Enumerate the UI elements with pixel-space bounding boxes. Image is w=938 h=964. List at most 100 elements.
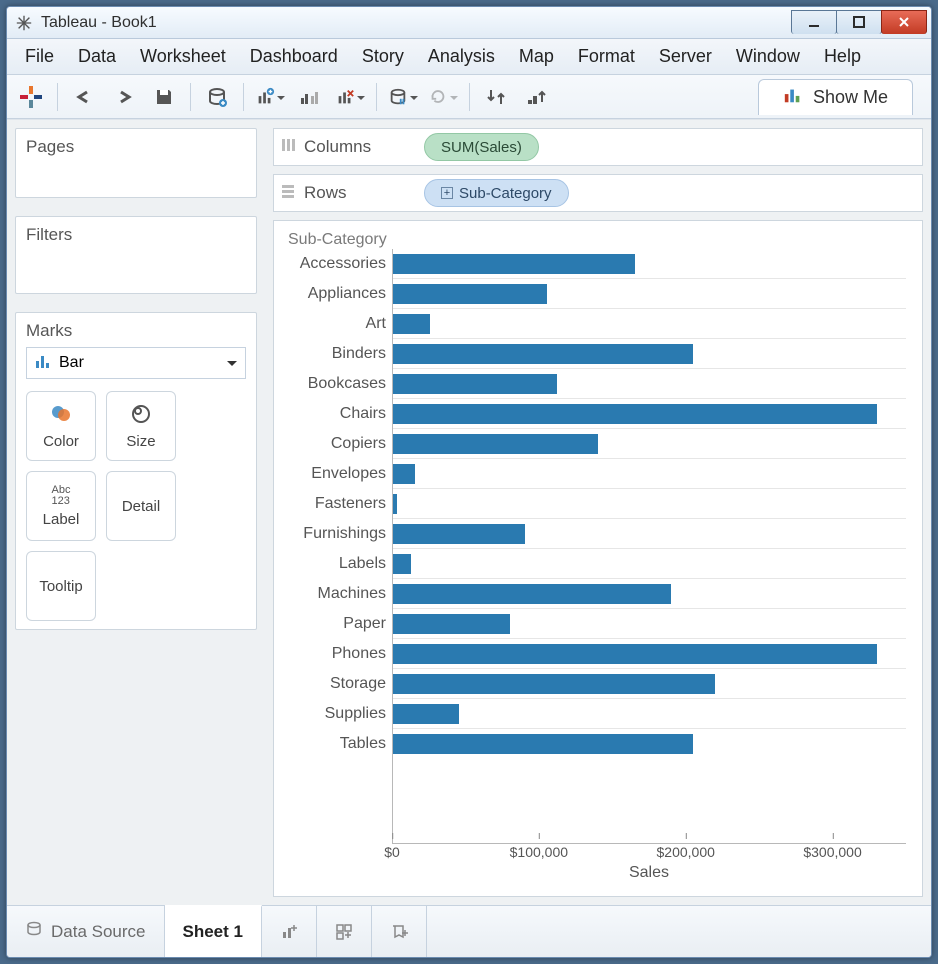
new-datasource-button[interactable]: [201, 81, 233, 113]
minimize-button[interactable]: [791, 10, 837, 34]
marks-size-button[interactable]: Size: [106, 391, 176, 461]
undo-button[interactable]: [68, 81, 100, 113]
chart-row: [393, 369, 906, 399]
pages-shelf[interactable]: Pages: [15, 128, 257, 198]
mark-type-dropdown[interactable]: Bar: [26, 347, 246, 379]
show-me-button[interactable]: Show Me: [758, 79, 913, 115]
rows-icon: [280, 183, 296, 204]
chart-row: [393, 399, 906, 429]
sort-asc-button[interactable]: [520, 81, 552, 113]
chart-bar[interactable]: [393, 344, 693, 364]
chart-bar[interactable]: [393, 584, 671, 604]
rows-pill-sub-category[interactable]: + Sub-Category: [424, 179, 569, 207]
window-controls: [792, 12, 927, 34]
chart-row: [393, 249, 906, 279]
chart-bar[interactable]: [393, 614, 510, 634]
chart-row: [393, 699, 906, 729]
menu-file[interactable]: File: [15, 42, 64, 71]
chart-bar[interactable]: [393, 494, 397, 514]
expand-icon: +: [441, 187, 453, 199]
canvas-column: Columns SUM(Sales) Rows + Sub-Category: [265, 120, 931, 905]
chart-row: [393, 669, 906, 699]
chart-row: [393, 549, 906, 579]
y-label: Storage: [280, 669, 392, 699]
menu-worksheet[interactable]: Worksheet: [130, 42, 236, 71]
x-axis-title: Sales: [392, 864, 906, 890]
y-label: Envelopes: [280, 459, 392, 489]
chart-bar[interactable]: [393, 284, 547, 304]
duplicate-sheet-button[interactable]: [294, 81, 326, 113]
tableau-start-icon[interactable]: [15, 81, 47, 113]
refresh-button[interactable]: [427, 81, 459, 113]
chart-bar[interactable]: [393, 374, 557, 394]
x-tick: $100,000: [510, 844, 568, 860]
chart-bar[interactable]: [393, 704, 459, 724]
title-bar: Tableau - Book1: [7, 7, 931, 39]
chart-bar[interactable]: [393, 644, 877, 664]
y-label: Phones: [280, 639, 392, 669]
chart-row: [393, 489, 906, 519]
chart-bar[interactable]: [393, 314, 430, 334]
marks-label-button[interactable]: Abc123 Label: [26, 471, 96, 541]
shelves: Columns SUM(Sales) Rows + Sub-Category: [265, 120, 931, 220]
size-icon: [130, 403, 152, 429]
filters-shelf[interactable]: Filters: [15, 216, 257, 294]
chart-row: [393, 609, 906, 639]
y-label: Accessories: [280, 249, 392, 279]
chart-bar[interactable]: [393, 254, 635, 274]
columns-shelf-label: Columns: [280, 137, 410, 158]
redo-button[interactable]: [108, 81, 140, 113]
y-label: Supplies: [280, 699, 392, 729]
side-panels: Pages Filters Marks Bar Color: [7, 120, 265, 905]
label-icon: Abc123: [52, 485, 71, 507]
chart-bar[interactable]: [393, 434, 598, 454]
marks-label: Marks: [26, 321, 246, 341]
rows-shelf[interactable]: Rows + Sub-Category: [273, 174, 923, 212]
auto-update-button[interactable]: [387, 81, 419, 113]
save-button[interactable]: [148, 81, 180, 113]
y-label: Copiers: [280, 429, 392, 459]
app-window: Tableau - Book1 File Data Worksheet Dash…: [6, 6, 932, 958]
menu-analysis[interactable]: Analysis: [418, 42, 505, 71]
y-label: Chairs: [280, 399, 392, 429]
chart-bar[interactable]: [393, 734, 693, 754]
chart-bar[interactable]: [393, 404, 877, 424]
y-label: Art: [280, 309, 392, 339]
columns-pill-sum-sales[interactable]: SUM(Sales): [424, 133, 539, 161]
x-tick: $0: [384, 844, 400, 860]
menu-format[interactable]: Format: [568, 42, 645, 71]
show-me-label: Show Me: [813, 87, 888, 108]
close-button[interactable]: [881, 10, 927, 34]
data-source-tab[interactable]: Data Source: [7, 906, 165, 957]
menu-help[interactable]: Help: [814, 42, 871, 71]
tableau-logo-icon: [15, 14, 33, 32]
sheet-tabs: Data Source Sheet 1: [7, 905, 931, 957]
chart-bar[interactable]: [393, 464, 415, 484]
columns-icon: [280, 137, 296, 158]
rows-shelf-label: Rows: [280, 183, 410, 204]
menu-data[interactable]: Data: [68, 42, 126, 71]
chart-bar[interactable]: [393, 674, 715, 694]
marks-color-button[interactable]: Color: [26, 391, 96, 461]
maximize-button[interactable]: [836, 10, 882, 34]
marks-detail-button[interactable]: Detail: [106, 471, 176, 541]
chart-row: [393, 519, 906, 549]
columns-shelf[interactable]: Columns SUM(Sales): [273, 128, 923, 166]
menu-map[interactable]: Map: [509, 42, 564, 71]
menu-server[interactable]: Server: [649, 42, 722, 71]
new-story-icon: [390, 923, 408, 941]
new-worksheet-button[interactable]: [254, 81, 286, 113]
new-story-tab[interactable]: [372, 906, 427, 957]
chart-bar[interactable]: [393, 524, 525, 544]
marks-tooltip-button[interactable]: Tooltip: [26, 551, 96, 621]
swap-button[interactable]: [480, 81, 512, 113]
new-dashboard-tab[interactable]: [317, 906, 372, 957]
clear-sheet-button[interactable]: [334, 81, 366, 113]
new-worksheet-tab[interactable]: [262, 906, 317, 957]
menu-window[interactable]: Window: [726, 42, 810, 71]
sheet-1-tab[interactable]: Sheet 1: [165, 905, 262, 957]
menu-story[interactable]: Story: [352, 42, 414, 71]
chart-plot[interactable]: [392, 249, 906, 844]
chart-bar[interactable]: [393, 554, 411, 574]
menu-dashboard[interactable]: Dashboard: [240, 42, 348, 71]
